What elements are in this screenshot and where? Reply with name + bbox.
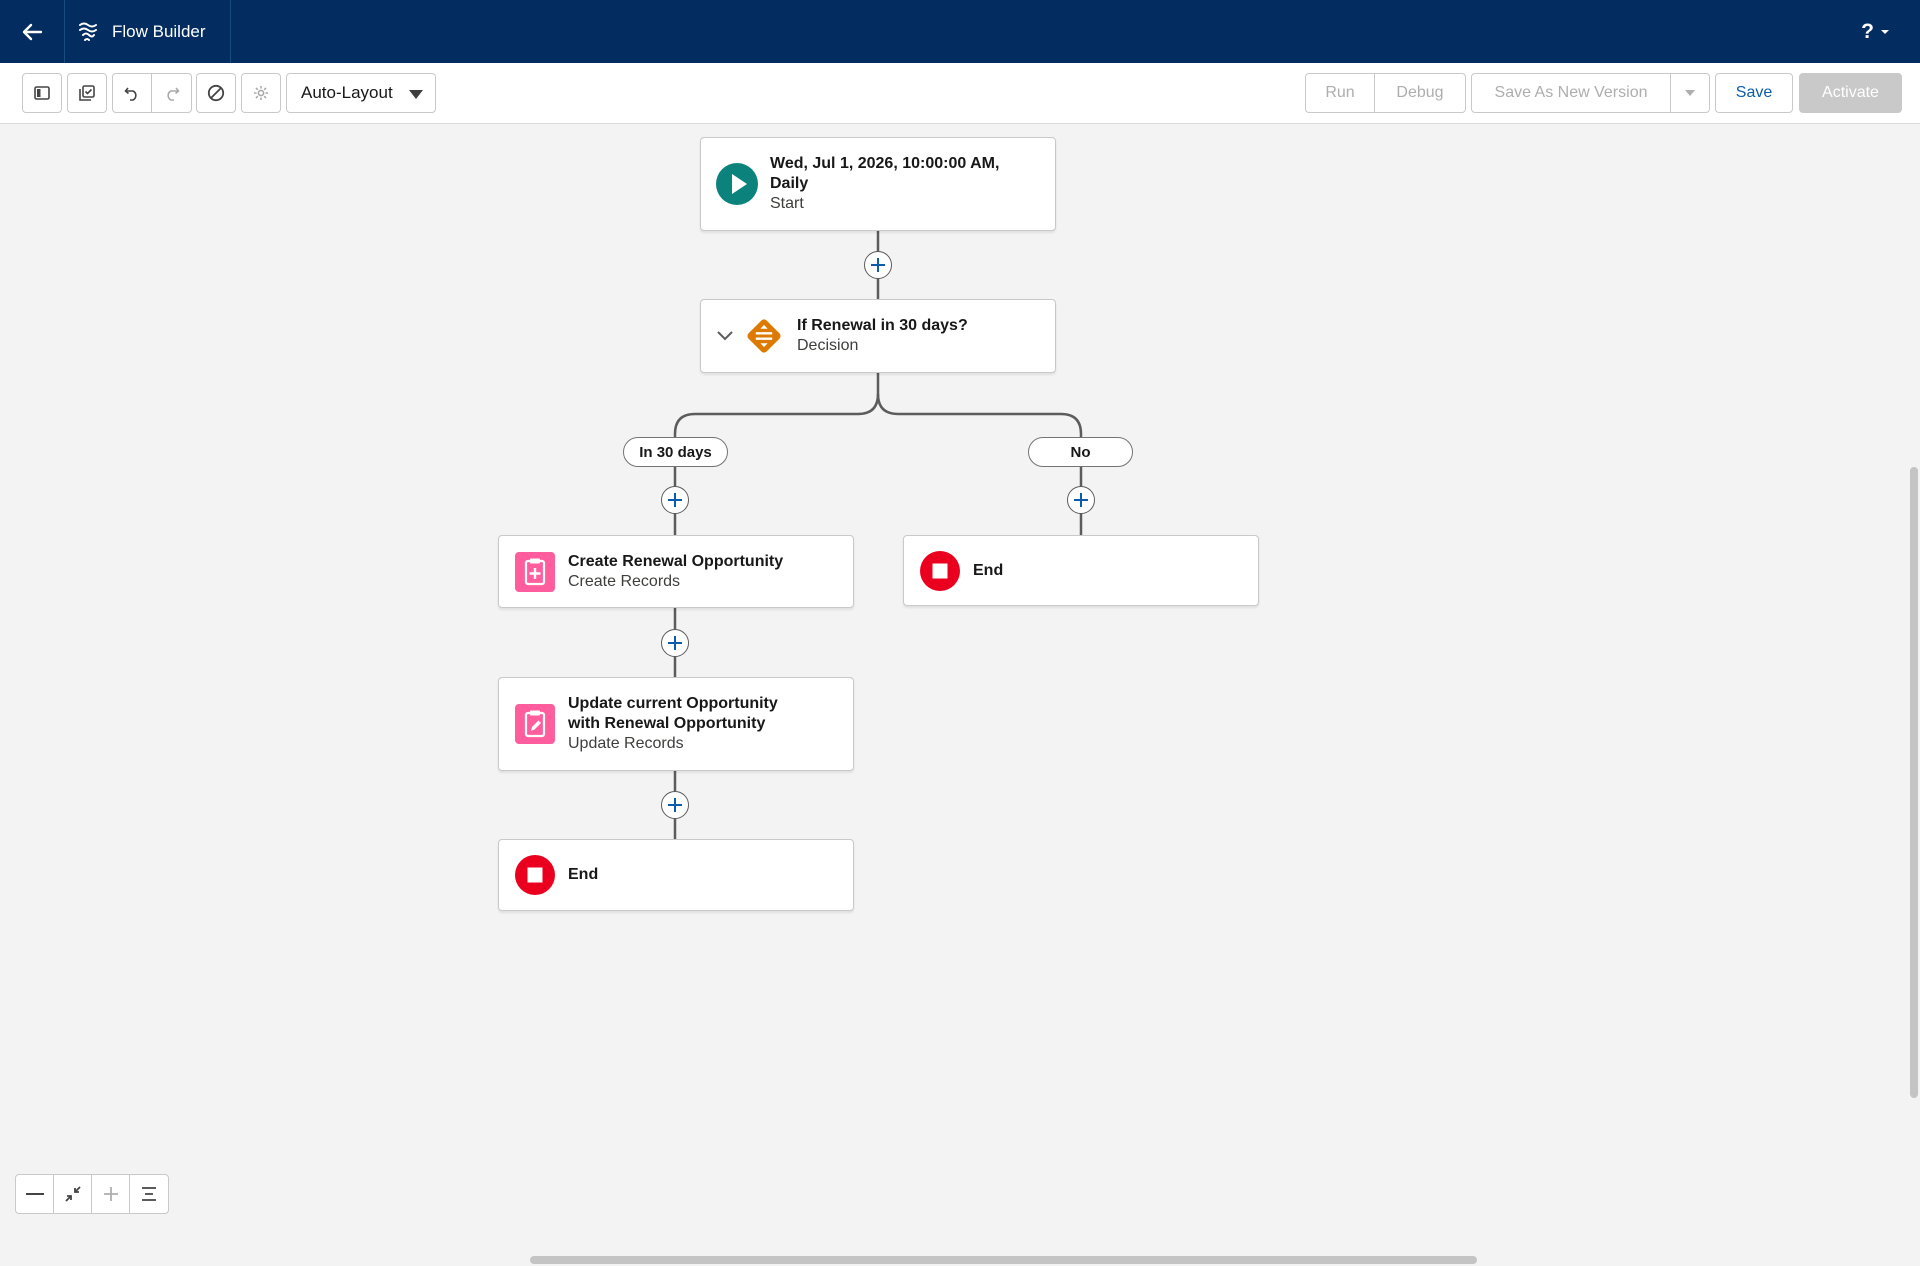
flow-connectors bbox=[673, 231, 1083, 839]
layout-select-value: Auto-Layout bbox=[301, 83, 393, 102]
plus-icon bbox=[1074, 493, 1088, 507]
undo-icon bbox=[124, 87, 137, 101]
record-update-icon bbox=[514, 703, 556, 745]
add-element-button[interactable] bbox=[661, 486, 689, 514]
save-copy-icon bbox=[79, 85, 95, 101]
contract-icon bbox=[64, 1186, 81, 1202]
center-view-button[interactable] bbox=[130, 1175, 168, 1213]
plus-icon bbox=[668, 636, 682, 650]
save-copy-button[interactable] bbox=[67, 73, 107, 113]
plus-icon bbox=[668, 798, 682, 812]
app-branding: Flow Builder bbox=[78, 0, 206, 63]
update-records-node-type: Update Records bbox=[568, 735, 684, 752]
app-header: Flow Builder ? bbox=[0, 0, 1920, 63]
activate-button[interactable]: Activate bbox=[1799, 73, 1902, 113]
create-records-node-title: Create Renewal Opportunity bbox=[568, 552, 784, 570]
end-node-in-30-days-branch[interactable]: End bbox=[498, 839, 854, 911]
start-node-title-line2: Daily bbox=[770, 175, 809, 192]
end-node-title: End bbox=[973, 561, 1004, 579]
save-as-new-version-button[interactable]: Save As New Version bbox=[1471, 73, 1671, 113]
end-node-title: End bbox=[568, 866, 599, 883]
chevron-down-icon[interactable] bbox=[717, 331, 733, 341]
settings-button[interactable] bbox=[241, 73, 281, 113]
help-menu-button[interactable]: ? bbox=[1861, 0, 1890, 63]
chevron-down-icon bbox=[1881, 29, 1889, 34]
record-create-icon bbox=[514, 551, 556, 593]
update-records-node-title-line1: Update current Opportunity bbox=[568, 695, 778, 712]
decision-icon bbox=[743, 315, 785, 357]
plus-icon bbox=[103, 1187, 118, 1201]
flow-icon bbox=[79, 22, 97, 41]
vertical-scrollbar[interactable] bbox=[1910, 467, 1918, 1098]
end-node-no-branch[interactable]: End bbox=[903, 535, 1259, 606]
block-icon bbox=[207, 84, 225, 102]
add-element-button[interactable] bbox=[1067, 486, 1095, 514]
add-element-button[interactable] bbox=[661, 629, 689, 657]
decision-node-title: If Renewal in 30 days? bbox=[797, 317, 968, 334]
gear-icon bbox=[254, 86, 268, 100]
update-records-node-title-line2: with Renewal Opportunity bbox=[568, 715, 766, 732]
decision-node[interactable]: If Renewal in 30 days? Decision bbox=[700, 299, 1056, 373]
save-options-menu-button[interactable] bbox=[1670, 73, 1710, 113]
errors-button[interactable] bbox=[196, 73, 236, 113]
stop-icon bbox=[514, 854, 556, 896]
chevron-down-icon bbox=[1685, 90, 1695, 96]
start-node-type: Start bbox=[770, 195, 804, 212]
save-button[interactable]: Save bbox=[1715, 73, 1793, 113]
redo-button[interactable] bbox=[152, 73, 192, 113]
fit-view-button[interactable] bbox=[54, 1175, 92, 1213]
add-element-button[interactable] bbox=[864, 251, 892, 279]
header-divider bbox=[64, 0, 65, 63]
plus-icon bbox=[871, 258, 885, 272]
toggle-panel-icon bbox=[34, 86, 50, 100]
flow-canvas[interactable]: Wed, Jul 1, 2026, 10:00:00 AM, Daily Sta… bbox=[0, 124, 1920, 1266]
header-divider bbox=[230, 0, 231, 63]
update-records-node[interactable]: Update current Opportunity with Renewal … bbox=[498, 677, 854, 771]
undo-button[interactable] bbox=[112, 73, 152, 113]
plus-icon bbox=[668, 493, 682, 507]
create-records-node-type: Create Records bbox=[568, 572, 681, 590]
create-records-node[interactable]: Create Renewal Opportunity Create Record… bbox=[498, 535, 854, 608]
app-title: Flow Builder bbox=[112, 21, 206, 41]
start-node-title-line1: Wed, Jul 1, 2026, 10:00:00 AM, bbox=[770, 155, 1000, 172]
stop-icon bbox=[919, 550, 961, 592]
start-node[interactable]: Wed, Jul 1, 2026, 10:00:00 AM, Daily Sta… bbox=[700, 137, 1056, 231]
decision-node-type: Decision bbox=[797, 337, 859, 354]
run-button[interactable]: Run bbox=[1305, 73, 1375, 113]
back-arrow-icon bbox=[22, 23, 43, 40]
add-element-button[interactable] bbox=[661, 791, 689, 819]
branch-label-in-30-days[interactable]: In 30 days bbox=[623, 437, 728, 467]
redo-icon bbox=[166, 87, 180, 101]
minus-icon bbox=[25, 1193, 44, 1195]
chevron-down-icon bbox=[409, 90, 423, 99]
play-icon bbox=[716, 163, 758, 205]
zoom-out-button[interactable] bbox=[16, 1175, 54, 1213]
layout-select[interactable]: Auto-Layout bbox=[286, 73, 436, 113]
help-icon: ? bbox=[1861, 19, 1874, 43]
zoom-controls bbox=[15, 1174, 169, 1214]
back-button[interactable] bbox=[0, 0, 64, 63]
debug-button[interactable]: Debug bbox=[1374, 73, 1466, 113]
align-center-icon bbox=[142, 1187, 156, 1201]
zoom-in-button[interactable] bbox=[92, 1175, 130, 1213]
branch-label-no[interactable]: No bbox=[1028, 437, 1133, 467]
toolbar: Auto-Layout Run Debug Save As New Versio… bbox=[0, 63, 1920, 124]
horizontal-scrollbar[interactable] bbox=[530, 1256, 1477, 1264]
toggle-panel-button[interactable] bbox=[22, 73, 62, 113]
